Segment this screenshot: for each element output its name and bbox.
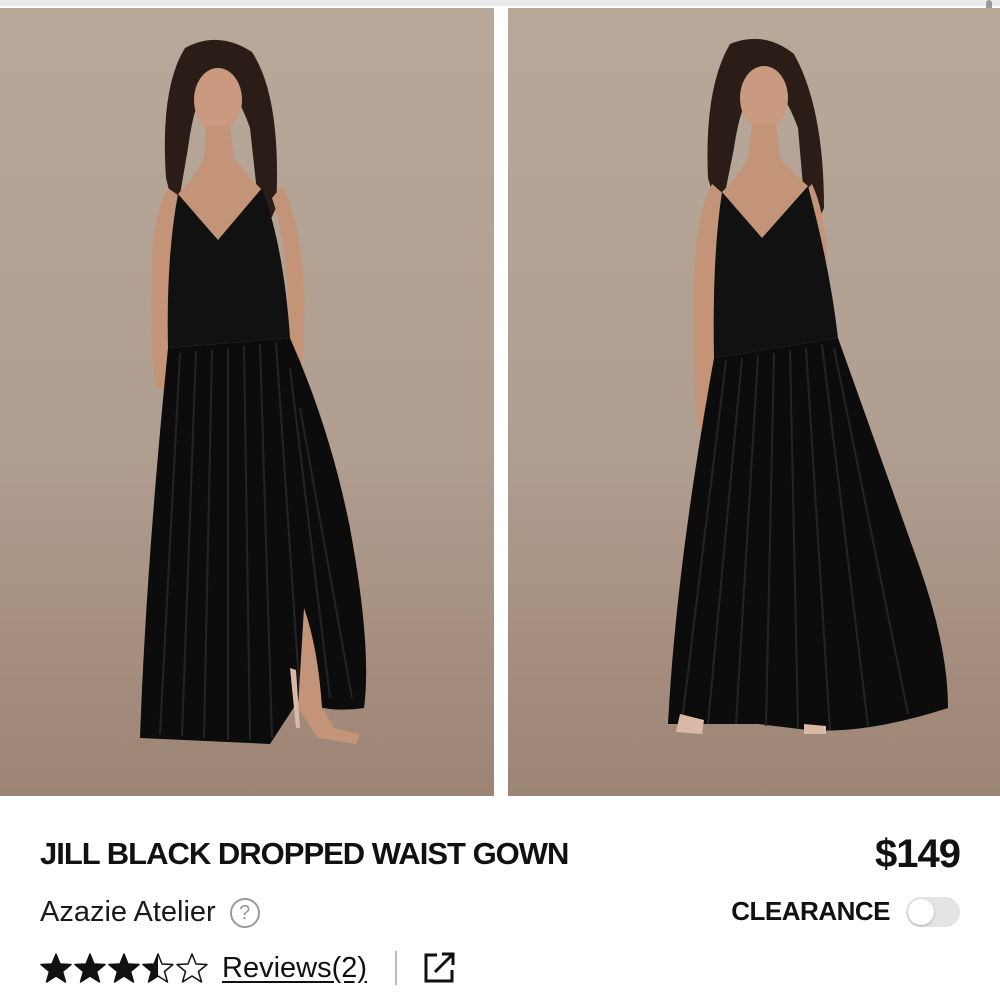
product-gallery[interactable] bbox=[0, 8, 1000, 796]
star-full-icon bbox=[40, 953, 72, 983]
model-illustration bbox=[668, 38, 948, 734]
brand-row: Azazie Atelier ? bbox=[40, 896, 260, 929]
product-photo-front[interactable] bbox=[0, 8, 494, 796]
star-empty-icon bbox=[176, 953, 208, 983]
brand-name: Azazie Atelier bbox=[40, 896, 216, 928]
product-title: JILL BLACK DROPPED WAIST GOWN bbox=[40, 836, 569, 871]
reviews-link[interactable]: Reviews(2) bbox=[222, 952, 367, 985]
product-price: $149 bbox=[875, 832, 961, 876]
share-icon[interactable] bbox=[421, 950, 457, 986]
star-rating bbox=[40, 952, 208, 984]
clearance-row: CLEARANCE bbox=[731, 896, 960, 927]
rating-row: Reviews(2) bbox=[40, 950, 457, 986]
model-illustration bbox=[140, 39, 367, 744]
product-info: JILL BLACK DROPPED WAIST GOWN $149 Azazi… bbox=[0, 796, 1000, 1000]
star-full-icon bbox=[74, 953, 106, 983]
product-photo-side[interactable] bbox=[508, 8, 1000, 796]
clearance-toggle[interactable] bbox=[906, 896, 960, 927]
star-full-icon bbox=[108, 953, 140, 983]
divider bbox=[395, 951, 398, 985]
top-divider bbox=[0, 0, 1000, 6]
toggle-knob bbox=[908, 898, 934, 925]
star-half-icon bbox=[142, 953, 174, 983]
clearance-label: CLEARANCE bbox=[731, 896, 890, 926]
help-icon[interactable]: ? bbox=[229, 897, 260, 928]
